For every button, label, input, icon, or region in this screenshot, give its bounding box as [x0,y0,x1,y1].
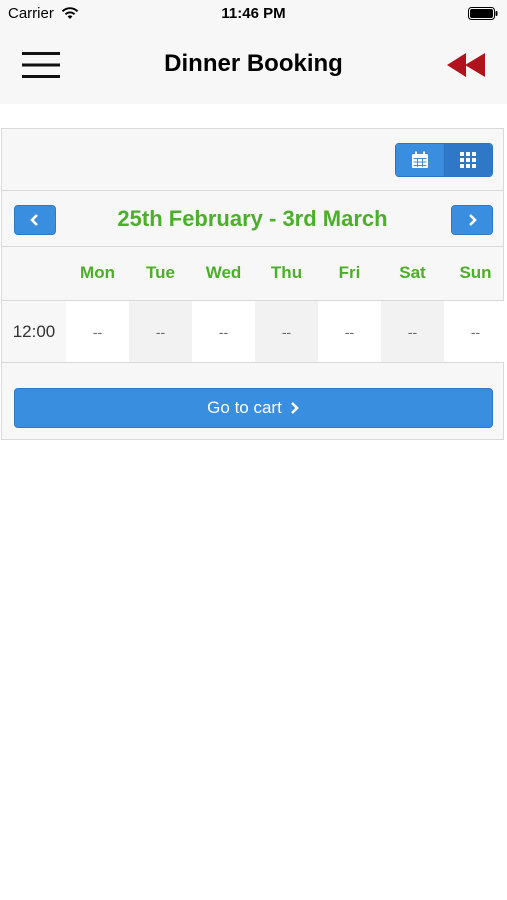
slot-cell-wed[interactable]: -- [192,301,255,362]
day-header-wed: Wed [205,263,242,282]
day-header-mon: Mon [80,263,115,282]
calendar-icon [411,151,428,168]
day-header-sun: Sun [459,263,492,282]
slot-cell-fri[interactable]: -- [318,301,381,362]
status-bar: Carrier 11:46 PM [0,0,507,26]
day-header-tue: Tue [146,263,175,282]
status-time: 11:46 PM [221,5,286,22]
grid-view-button[interactable] [443,144,492,176]
time-slot-row: 12:00 -- -- -- -- -- -- -- [2,301,507,363]
grid-icon [460,152,477,168]
day-header-sat: Sat [399,263,426,282]
week-range-label: 25th February - 3rd March [117,206,388,231]
week-navigation: 25th February - 3rd March [2,191,503,247]
next-week-button[interactable] [451,205,493,235]
calendar-view-button[interactable] [396,144,444,176]
slot-cell-tue[interactable]: -- [129,301,192,362]
chevron-right-icon [469,214,477,226]
chevron-right-icon [290,402,299,414]
day-header-thu: Thu [270,263,303,282]
booking-panel: 25th February - 3rd March Mon Tue Wed Th… [1,128,507,440]
previous-week-button[interactable] [14,205,56,235]
slot-cell-sat[interactable]: -- [381,301,444,362]
slot-cell-thu[interactable]: -- [255,301,318,362]
day-headers: Mon Tue Wed Thu Fri Sat Sun [2,247,503,301]
slot-time-label: 12:00 [12,321,56,341]
nav-bar: Dinner Booking [0,26,507,104]
chevron-left-icon [30,214,38,226]
battery-icon [468,7,498,20]
slot-cell-sun[interactable]: -- [444,301,507,362]
go-to-cart-button[interactable]: Go to cart [14,388,493,428]
rewind-back-icon[interactable] [447,52,487,78]
day-header-fri: Fri [338,263,361,282]
view-toggle [395,143,493,177]
page-title: Dinner Booking [164,50,343,77]
slot-cell-mon[interactable]: -- [66,301,129,362]
go-to-cart-label: Go to cart [207,398,282,417]
view-toolbar [2,129,503,191]
